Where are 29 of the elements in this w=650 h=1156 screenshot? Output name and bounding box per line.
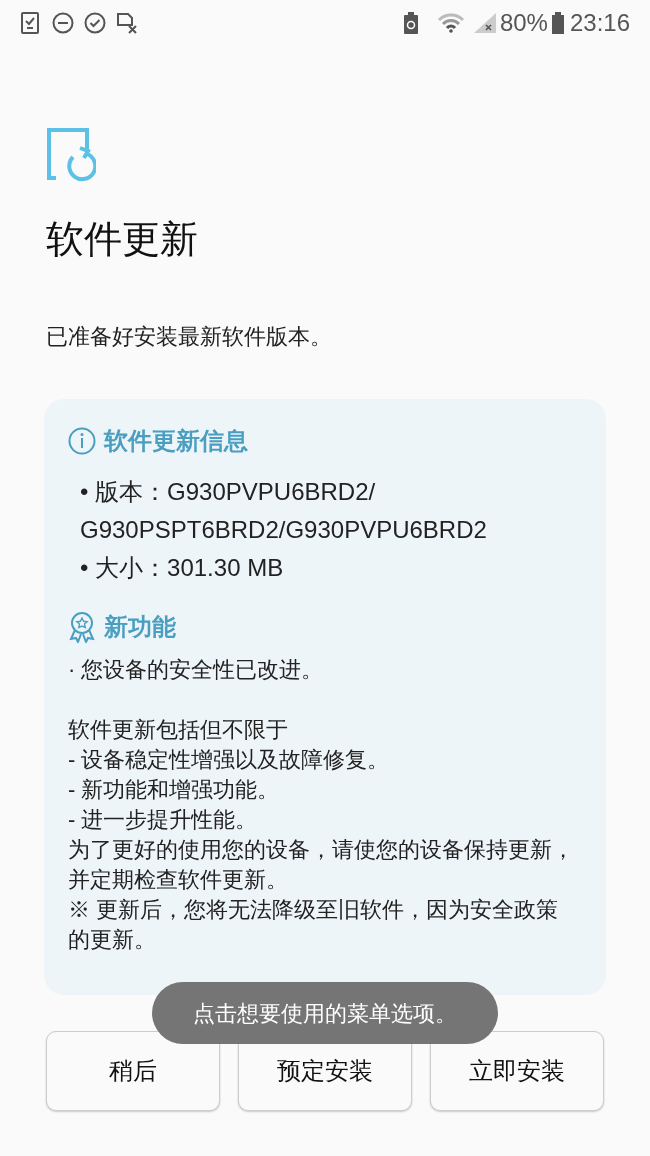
- wifi-icon: [437, 13, 464, 33]
- feature-text: · 您设备的安全性已改进。: [68, 656, 325, 684]
- feature-text: - 进一步提升性能。: [68, 806, 259, 834]
- battery-percent: 80%: [499, 8, 548, 38]
- minus-circle-icon: [52, 12, 74, 34]
- info-line: • 版本：G930PVPU6BRD2/ G930PSPT6BRD2/G930PVPU6BRD2: [80, 477, 488, 545]
- info-icon: [68, 427, 96, 455]
- status-message: 已准备好安装最新软件版本。: [46, 323, 333, 351]
- signal-icon: [473, 13, 496, 33]
- feature-text: - 设备稳定性增强以及故障修复。: [68, 746, 391, 774]
- section-heading: 软件更新信息: [104, 426, 248, 456]
- award-ribbon-icon: [68, 611, 96, 643]
- clipboard-check-icon: [20, 12, 40, 34]
- battery-icon: [551, 12, 564, 34]
- feature-text: - 新功能和增强功能。: [68, 776, 281, 804]
- battery-saver-icon: [403, 12, 418, 34]
- feature-text: 软件更新包括但不限于: [68, 716, 289, 744]
- section-heading: 新功能: [104, 612, 176, 642]
- check-circle-icon: [84, 12, 106, 34]
- feature-text: ※ 更新后，您将无法降级至旧软件，因为安全政策的更新。: [68, 896, 560, 954]
- clock-time: 23:16: [569, 8, 630, 38]
- software-update-icon: [46, 128, 96, 184]
- info-line: • 大小：301.30 MB: [80, 553, 285, 583]
- action-button[interactable]: 稍后: [46, 1031, 220, 1111]
- action-button[interactable]: 立即安装: [430, 1031, 604, 1111]
- feature-text: 为了更好的使用您的设备，请使您的设备保持更新，并定期检查软件更新。: [68, 836, 575, 894]
- no-sim-icon: [116, 12, 138, 34]
- page-title: 软件更新: [46, 217, 199, 262]
- toast-message: 点击想要使用的菜单选项。: [152, 982, 498, 1044]
